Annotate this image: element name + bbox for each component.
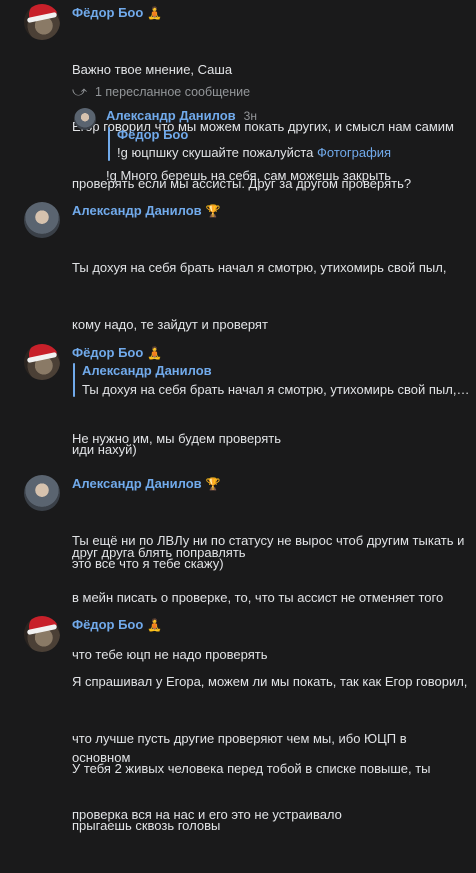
quote-text: !g юцпшку скушайте пожалуйста Фотография [117, 145, 392, 160]
quote-text[interactable]: Ты дохуя на себя брать начал я смотрю, у… [82, 382, 470, 397]
author-badge-icon: 🧘 [147, 618, 163, 632]
forwarded-reply: !g Много берешь на себя, сам можешь закр… [106, 168, 392, 183]
quote-author[interactable]: Фёдор Боо [117, 127, 188, 142]
author-name[interactable]: Фёдор Боо 🧘 [72, 5, 162, 20]
photo-link[interactable]: Фотография [317, 145, 391, 160]
author-badge-icon: 🧘 [147, 346, 163, 360]
author-name[interactable]: Александр Данилов 🏆 [72, 476, 221, 491]
forward-icon: ⤻ [72, 83, 87, 99]
forwarded-author[interactable]: Александр Данилов 3н [106, 108, 257, 123]
author-name[interactable]: Александр Данилов 🏆 [72, 203, 221, 218]
avatar[interactable] [24, 475, 60, 511]
author-name[interactable]: Фёдор Боо 🧘 [72, 617, 162, 632]
forwarded-avatar[interactable] [74, 108, 96, 130]
avatar[interactable] [24, 616, 60, 652]
quote-author[interactable]: Александр Данилов [82, 363, 212, 378]
forwarded-label[interactable]: ⤻ 1 пересланное сообщение [72, 83, 250, 100]
message-text: Я спрашивал у Егора, можем ли мы покать,… [72, 674, 468, 822]
message-feed: Фёдор Боо 🧘 Важно твое мнение, Саша Егор … [0, 0, 476, 833]
author-badge-icon: 🧘 [147, 6, 163, 20]
avatar[interactable] [24, 4, 60, 40]
author-name[interactable]: Фёдор Боо 🧘 [72, 345, 162, 360]
quote-bar [108, 127, 110, 161]
avatar[interactable] [24, 344, 60, 380]
avatar[interactable] [24, 202, 60, 238]
quote-bar [73, 363, 75, 397]
author-badge-icon: 🏆 [205, 477, 221, 491]
author-badge-icon: 🏆 [205, 204, 221, 218]
forwarded-time: 3н [243, 109, 257, 123]
